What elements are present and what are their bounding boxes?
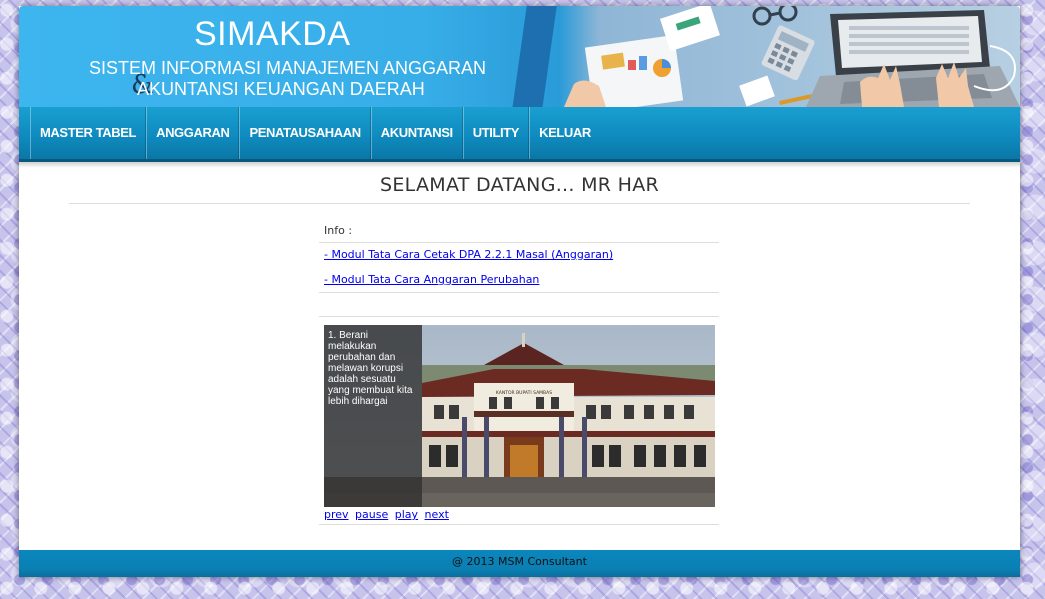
laptop-icon xyxy=(806,10,1020,107)
nav-item-master-tabel[interactable]: MASTER TABEL xyxy=(30,107,147,159)
app-subtitle-line2: AKUNTANSI KEUANGAN DAERAH xyxy=(137,79,425,99)
glasses-icon xyxy=(752,6,798,26)
calculator-icon xyxy=(761,25,815,81)
slideshow-prev-link[interactable]: prev xyxy=(324,508,349,521)
slideshow-pause-link[interactable]: pause xyxy=(355,508,388,521)
link-modul-cetak-dpa[interactable]: - Modul Tata Cara Cetak DPA 2.2.1 Masal … xyxy=(319,243,719,265)
welcome-heading: SELAMAT DATANG... MR HAR xyxy=(379,174,659,196)
divider xyxy=(319,524,719,525)
footer: @ 2013 MSM Consultant xyxy=(19,550,1020,577)
slideshow-image: KANTOR BUPATI SAMBAS 1. Berani melakukan… xyxy=(324,325,715,507)
info-panel: Info : - Modul Tata Cara Cetak DPA 2.2.1… xyxy=(319,222,719,317)
office-desk-illustration xyxy=(564,6,1020,107)
header-banner: SIMAKDA SISTEM INFORMASI MANAJEMEN ANGGA… xyxy=(19,6,1020,107)
main-navigation: MASTER TABEL ANGGARAN PENATAUSAHAAN AKUN… xyxy=(19,107,1020,162)
building-sign: KANTOR BUPATI SAMBAS xyxy=(496,390,552,396)
documents-icon xyxy=(584,6,720,107)
nav-item-utility[interactable]: UTILITY xyxy=(462,107,530,159)
info-label: Info : xyxy=(324,224,353,237)
page-container: SIMAKDA SISTEM INFORMASI MANAJEMEN ANGGA… xyxy=(19,6,1020,577)
app-title: SIMAKDA xyxy=(194,15,351,53)
divider xyxy=(69,203,970,204)
nav-shadow xyxy=(19,162,1020,168)
footer-copyright: @ 2013 MSM Consultant xyxy=(452,555,587,568)
slideshow-controls: prev pause play next xyxy=(324,508,452,521)
receipt-icon xyxy=(739,75,775,107)
divider xyxy=(319,316,719,317)
nav-menu: MASTER TABEL ANGGARAN PENATAUSAHAAN AKUN… xyxy=(19,107,1020,159)
slideshow-play-link[interactable]: play xyxy=(395,508,418,521)
nav-item-keluar[interactable]: KELUAR xyxy=(529,107,600,159)
link-modul-anggaran-perubahan[interactable]: - Modul Tata Cara Anggaran Perubahan xyxy=(319,265,719,292)
nav-item-akuntansi[interactable]: AKUNTANSI xyxy=(370,107,463,159)
nav-item-anggaran[interactable]: ANGGARAN xyxy=(146,107,240,159)
slideshow-next-link[interactable]: next xyxy=(425,508,449,521)
slide-caption: 1. Berani melakukan perubahan dan melawa… xyxy=(324,325,422,507)
divider xyxy=(319,292,719,293)
nav-item-penatausahaan[interactable]: PENATAUSAHAAN xyxy=(239,107,371,159)
